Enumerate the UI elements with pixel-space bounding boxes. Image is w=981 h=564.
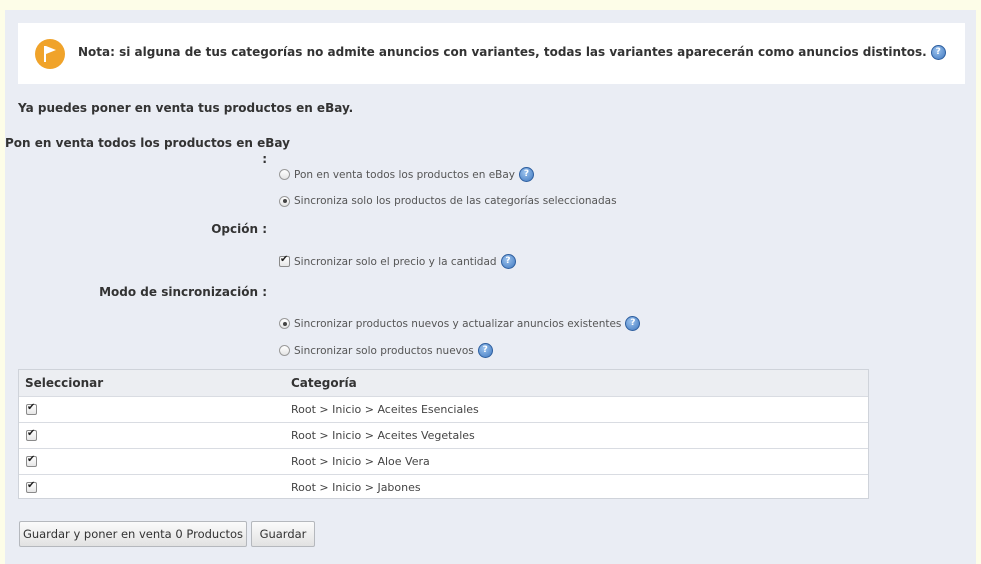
label-all-products: Pon en venta todos los productos en eBay… — [5, 136, 290, 166]
help-icon[interactable]: ? — [625, 316, 641, 331]
save-and-list-button[interactable]: Guardar y poner en venta 0 Productos — [19, 521, 247, 547]
table-header: Seleccionar Categoría — [19, 370, 868, 396]
label-option: Opción : — [211, 222, 267, 236]
row-checkbox[interactable] — [26, 454, 37, 467]
header-category: Categoría — [291, 376, 357, 390]
option-price-quantity[interactable]: Sincronizar solo el precio y la cantidad… — [279, 254, 516, 269]
note-box: Nota: si alguna de tus categorías no adm… — [18, 23, 965, 84]
table-row: Root > Inicio > Aloe Vera — [19, 448, 868, 475]
help-icon[interactable]: ? — [930, 45, 946, 60]
option-all-products-label: Pon en venta todos los productos en eBay — [294, 168, 516, 181]
note-text-wrap: Nota: si alguna de tus categorías no adm… — [78, 45, 946, 60]
radio-sync-new-update[interactable] — [279, 318, 290, 329]
table-row: Root > Inicio > Jabones — [19, 474, 868, 501]
option-price-quantity-label: Sincronizar solo el precio y la cantidad — [294, 255, 497, 268]
intro-text: Ya puedes poner en venta tus productos e… — [18, 101, 354, 115]
label-sync-mode: Modo de sincronización : — [99, 285, 267, 299]
save-button[interactable]: Guardar — [251, 521, 315, 547]
label-all-products-line1: Pon en venta todos los productos en eBay — [5, 136, 290, 150]
option-sync-new-only[interactable]: Sincronizar solo productos nuevos ? — [279, 343, 493, 358]
help-icon[interactable]: ? — [477, 343, 493, 358]
row-checkbox[interactable] — [26, 402, 37, 415]
option-sync-new-update-label: Sincronizar productos nuevos y actualiza… — [294, 317, 622, 330]
row-category: Root > Inicio > Jabones — [291, 481, 421, 494]
radio-sync-new-only[interactable] — [279, 345, 290, 356]
row-checkbox[interactable] — [26, 428, 37, 441]
radio-all-products[interactable] — [279, 169, 290, 180]
table-row: Root > Inicio > Aceites Vegetales — [19, 422, 868, 449]
row-category: Root > Inicio > Aceites Esenciales — [291, 403, 479, 416]
table-row: Root > Inicio > Aceites Esenciales — [19, 396, 868, 423]
option-sync-new-only-label: Sincronizar solo productos nuevos — [294, 344, 474, 357]
option-selected-categories-label: Sincroniza solo los productos de las cat… — [294, 195, 617, 207]
flag-icon — [35, 39, 65, 69]
checkbox-price-quantity[interactable] — [279, 254, 290, 267]
ebay-sync-panel: Nota: si alguna de tus categorías no adm… — [5, 10, 976, 564]
row-checkbox[interactable] — [26, 480, 37, 493]
option-all-products[interactable]: Pon en venta todos los productos en eBay… — [279, 167, 535, 182]
option-sync-new-update[interactable]: Sincronizar productos nuevos y actualiza… — [279, 316, 641, 331]
help-icon[interactable]: ? — [519, 167, 535, 182]
option-selected-categories[interactable]: Sincroniza solo los productos de las cat… — [279, 195, 617, 207]
help-icon[interactable]: ? — [500, 254, 516, 269]
label-all-products-line2: : — [262, 152, 267, 166]
row-category: Root > Inicio > Aloe Vera — [291, 455, 430, 468]
radio-selected-categories[interactable] — [279, 195, 290, 207]
note-text: Nota: si alguna de tus categorías no adm… — [78, 45, 927, 59]
header-select: Seleccionar — [25, 376, 104, 390]
row-category: Root > Inicio > Aceites Vegetales — [291, 429, 475, 442]
category-table: Seleccionar Categoría Root > Inicio > Ac… — [18, 369, 869, 499]
